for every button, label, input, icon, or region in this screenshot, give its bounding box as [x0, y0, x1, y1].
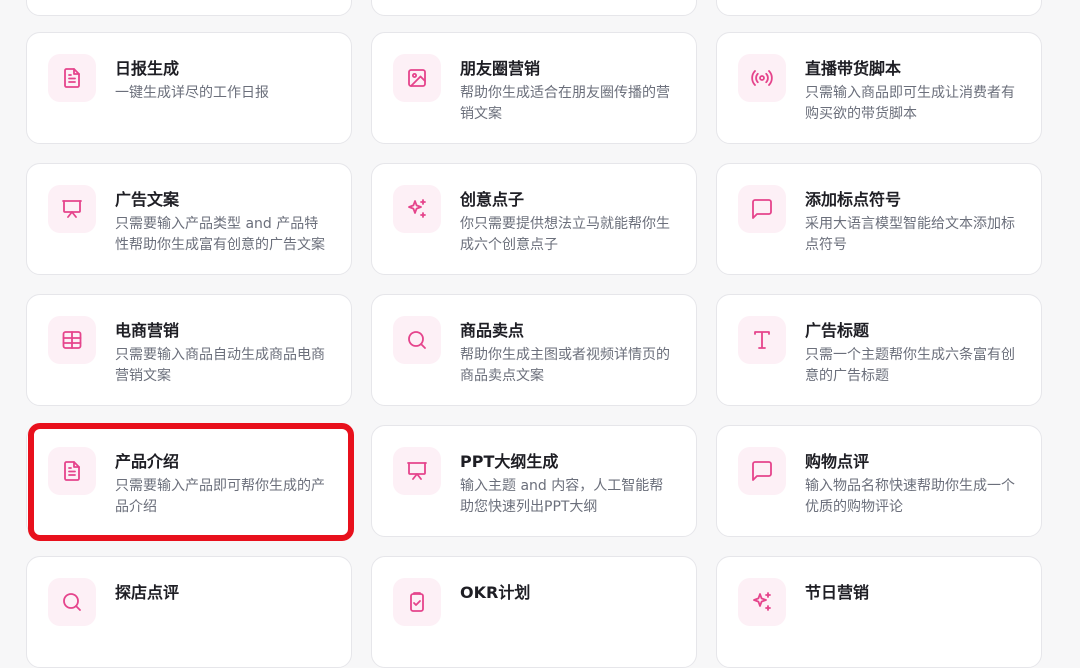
tool-card-daily-report[interactable]: 日报生成 一键生成详尽的工作日报 — [26, 32, 352, 144]
tool-card-product-intro[interactable]: 产品介绍 只需要输入产品即可帮你生成的产品介绍 — [26, 425, 352, 537]
tool-card-partial[interactable] — [371, 0, 697, 16]
tool-card-ad-title[interactable]: 广告标题 只需一个主题帮你生成六条富有创意的广告标题 — [716, 294, 1042, 406]
tool-card-punctuation[interactable]: 添加标点符号 采用大语言模型智能给文本添加标点符号 — [716, 163, 1042, 275]
table-icon — [48, 316, 96, 364]
tool-card-live-script[interactable]: 直播带货脚本 只需输入商品即可生成让消费者有购买欲的带货脚本 — [716, 32, 1042, 144]
tool-description: 帮助你生成适合在朋友圈传播的营销文案 — [460, 85, 670, 122]
tool-title: 电商营销 — [115, 321, 180, 340]
document-icon — [48, 447, 96, 495]
tool-title: 节日营销 — [805, 583, 870, 602]
document-icon — [48, 54, 96, 102]
presentation-icon — [393, 447, 441, 495]
tool-title: 广告文案 — [115, 190, 180, 209]
tool-card-partial[interactable] — [26, 0, 352, 16]
tool-card-ppt-outline[interactable]: PPT大纲生成 输入主题 and 内容，人工智能帮助您快速列出PPT大纲 — [371, 425, 697, 537]
tool-description: 输入物品名称快速帮助你生成一个优质的购物评论 — [805, 478, 1015, 515]
tool-title: 直播带货脚本 — [805, 59, 902, 78]
presentation-icon — [48, 185, 96, 233]
tool-card-store-review[interactable]: 探店点评 — [26, 556, 352, 668]
message-square-icon — [738, 185, 786, 233]
tool-title: 探店点评 — [115, 583, 180, 602]
tool-description: 只需要输入商品自动生成商品电商营销文案 — [115, 347, 325, 384]
tool-card-okr-plan[interactable]: OKR计划 — [371, 556, 697, 668]
clipboard-check-icon — [393, 578, 441, 626]
tool-title: 创意点子 — [460, 190, 525, 209]
tool-card-shopping-review[interactable]: 购物点评 输入物品名称快速帮助你生成一个优质的购物评论 — [716, 425, 1042, 537]
tool-description: 只需一个主题帮你生成六条富有创意的广告标题 — [805, 347, 1015, 384]
type-icon — [738, 316, 786, 364]
tool-card-moments-marketing[interactable]: 朋友圈营销 帮助你生成适合在朋友圈传播的营销文案 — [371, 32, 697, 144]
search-icon — [48, 578, 96, 626]
tool-title: 朋友圈营销 — [460, 59, 541, 78]
tool-title: PPT大纲生成 — [460, 452, 559, 471]
tool-card-ecommerce-marketing[interactable]: 电商营销 只需要输入商品自动生成商品电商营销文案 — [26, 294, 352, 406]
tool-card-creative-ideas[interactable]: 创意点子 你只需要提供想法立马就能帮你生成六个创意点子 — [371, 163, 697, 275]
tool-title: OKR计划 — [460, 583, 531, 602]
tool-description: 采用大语言模型智能给文本添加标点符号 — [805, 216, 1015, 253]
tool-card-festival-marketing[interactable]: 节日营销 — [716, 556, 1042, 668]
tool-title: 产品介绍 — [115, 452, 180, 471]
tool-grid: 日报生成 一键生成详尽的工作日报 朋友圈营销 帮助你生成适合在朋友圈传播的营销文… — [0, 0, 1080, 668]
tool-description: 一键生成详尽的工作日报 — [115, 85, 269, 101]
broadcast-icon — [738, 54, 786, 102]
tool-title: 购物点评 — [805, 452, 870, 471]
tool-title: 广告标题 — [805, 321, 870, 340]
sparkles-icon — [393, 185, 441, 233]
image-icon — [393, 54, 441, 102]
message-square-icon — [738, 447, 786, 495]
tool-title: 日报生成 — [115, 59, 180, 78]
tool-description: 只需输入商品即可生成让消费者有购买欲的带货脚本 — [805, 85, 1015, 122]
tool-description: 只需要输入产品类型 and 产品特性帮助你生成富有创意的广告文案 — [115, 216, 325, 253]
tool-title: 商品卖点 — [460, 321, 525, 340]
tool-card-partial[interactable] — [716, 0, 1042, 16]
tool-description: 帮助你生成主图或者视频详情页的商品卖点文案 — [460, 347, 670, 384]
sparkles-icon — [738, 578, 786, 626]
tool-card-ad-copy[interactable]: 广告文案 只需要输入产品类型 and 产品特性帮助你生成富有创意的广告文案 — [26, 163, 352, 275]
tool-description: 只需要输入产品即可帮你生成的产品介绍 — [115, 478, 325, 515]
tool-card-selling-points[interactable]: 商品卖点 帮助你生成主图或者视频详情页的商品卖点文案 — [371, 294, 697, 406]
tool-description: 你只需要提供想法立马就能帮你生成六个创意点子 — [460, 216, 670, 253]
search-icon — [393, 316, 441, 364]
tool-description: 输入主题 and 内容，人工智能帮助您快速列出PPT大纲 — [460, 478, 664, 515]
tool-title: 添加标点符号 — [805, 190, 902, 209]
